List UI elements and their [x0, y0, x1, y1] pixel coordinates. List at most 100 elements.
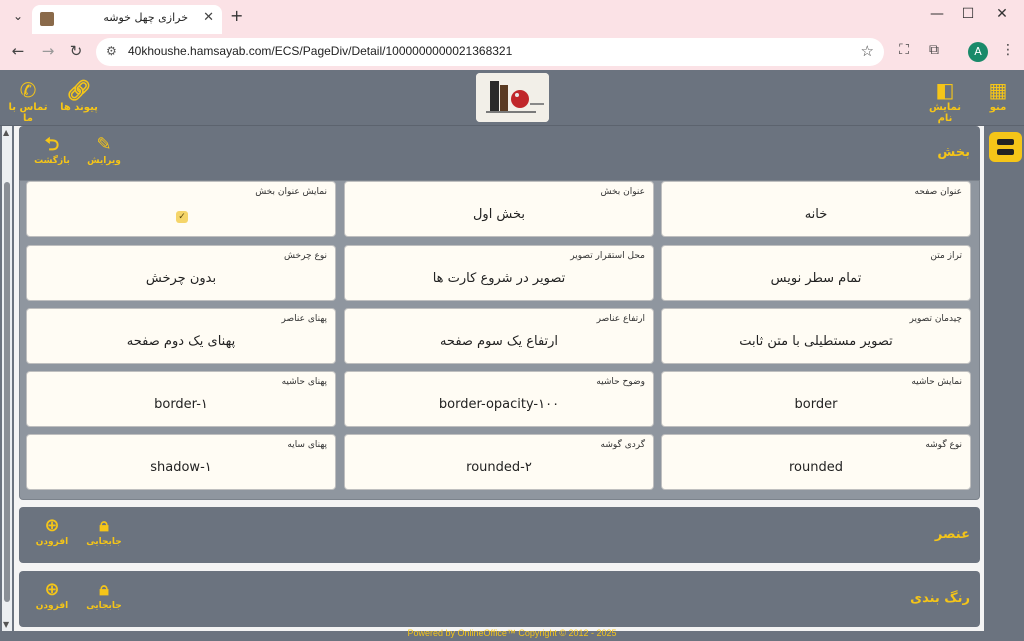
sidebar-toggle-button[interactable]	[989, 132, 1022, 162]
field-value: rounded-۲	[466, 460, 532, 475]
field-label: وضوح حاشیه	[596, 377, 645, 387]
field-card-shadow-width: پهنای سایه shadow-۱	[26, 434, 336, 490]
links-button[interactable]: 🔗︎ پیوند ها	[58, 78, 100, 113]
field-label: پهنای عناصر	[281, 314, 327, 324]
site-logo[interactable]	[476, 73, 549, 122]
main-content: بخش ✎ ویرایش ⮌ بازگشت عنوان صفحه خانه عن…	[14, 126, 984, 631]
field-label: نوع گوشه	[925, 440, 962, 450]
field-label: نمایش حاشیه	[911, 377, 962, 387]
phone-icon: ✆	[19, 78, 37, 102]
menu-button[interactable]: ▦ منو	[984, 78, 1012, 113]
scroll-thumb[interactable]	[4, 182, 10, 602]
back-button[interactable]: ⮌ بازگشت	[27, 134, 77, 166]
browser-tab[interactable]: خرازی چهل خوشه ✕	[32, 5, 222, 34]
field-card-image-position: محل استقرار تصویر تصویر در شروع کارت ها	[344, 245, 654, 301]
show-name-label: نمایش نام	[928, 102, 962, 124]
field-card-border-width: پهنای حاشیه border-۱	[26, 371, 336, 427]
field-label: چیدمان تصویر	[909, 314, 962, 324]
toggle-bar	[997, 139, 1014, 145]
browser-toolbar: ← → ↻ ⚙ 40khoushe.hamsayab.com/ECS/PageD…	[0, 34, 1024, 70]
plus-circle-icon: ⊕	[44, 579, 60, 600]
contact-label: تماس با ما	[8, 102, 48, 124]
extensions-icon[interactable]: ⧉	[924, 42, 944, 58]
section-title: بخش	[937, 145, 970, 160]
edit-button[interactable]: ✎ ویرایش	[79, 134, 129, 166]
tab-search-chevron-icon[interactable]: ⌄	[8, 6, 28, 26]
field-label: گردی گوشه	[600, 440, 645, 450]
scroll-up-icon[interactable]: ▲	[3, 128, 9, 137]
screenshot-icon[interactable]: ⛶	[894, 42, 914, 58]
field-card-page-title: عنوان صفحه خانه	[661, 181, 971, 237]
back-arrow-icon[interactable]: ←	[8, 42, 28, 60]
field-value: border-opacity-۱۰۰	[438, 397, 560, 412]
element-add-button[interactable]: ⊕ افزودن	[27, 515, 77, 547]
color-section-title: رنگ بندی	[910, 591, 970, 606]
field-value: shadow-۱	[150, 460, 212, 475]
contact-button[interactable]: ✆ تماس با ما	[4, 78, 52, 124]
field-value: پهنای یک دوم صفحه	[126, 334, 236, 349]
url-text[interactable]: 40khoushe.hamsayab.com/ECS/PageDiv/Detai…	[128, 44, 512, 58]
move-label: جابجایی	[86, 601, 122, 611]
lock-icon: 🔒︎	[99, 515, 109, 536]
close-window-icon[interactable]: ✕	[990, 6, 1014, 22]
plus-circle-icon: ⊕	[44, 515, 60, 536]
field-card-element-height: ارتفاع عناصر ارتفاع یک سوم صفحه	[344, 308, 654, 364]
field-label: عنوان صفحه	[914, 187, 962, 197]
field-value: ارتفاع یک سوم صفحه	[439, 334, 559, 349]
close-tab-icon[interactable]: ✕	[203, 10, 214, 25]
site-info-icon[interactable]: ⚙	[106, 44, 117, 58]
field-card-border-opacity: وضوح حاشیه border-opacity-۱۰۰	[344, 371, 654, 427]
color-section-header: رنگ بندی 🔒︎ جابجایی ⊕ افزودن	[19, 571, 980, 627]
show-name-button[interactable]: ◧ نمایش نام	[920, 78, 970, 124]
element-section-header: عنصر 🔒︎ جابجایی ⊕ افزودن	[19, 507, 980, 563]
section-header: بخش ✎ ویرایش ⮌ بازگشت	[19, 126, 980, 180]
bookmark-star-icon[interactable]: ☆	[861, 42, 874, 60]
field-value: بدون چرخش	[145, 271, 217, 286]
reload-icon[interactable]: ↻	[66, 42, 86, 60]
field-card-text-align: تراز متن تمام سطر نویس	[661, 245, 971, 301]
more-menu-icon[interactable]: ⋮	[998, 42, 1018, 58]
maximize-icon[interactable]: ☐	[956, 6, 980, 22]
field-card-image-layout: چیدمان تصویر تصویر مستطیلی با متن ثابت	[661, 308, 971, 364]
move-label: جابجایی	[86, 537, 122, 547]
app-header: ▦ منو ◧ نمایش نام 🔗︎ پیوند ها ✆ تماس با …	[0, 70, 1024, 126]
field-card-element-width: پهنای عناصر پهنای یک دوم صفحه	[26, 308, 336, 364]
field-label: تراز متن	[930, 251, 962, 261]
field-card-section-title: عنوان بخش بخش اول	[344, 181, 654, 237]
toggle-bar	[997, 149, 1014, 155]
forward-arrow-icon[interactable]: →	[38, 42, 58, 60]
grid-icon: ▦	[988, 78, 1008, 102]
field-value: border-۱	[154, 397, 208, 412]
field-value: rounded	[789, 460, 843, 475]
add-label: افزودن	[35, 601, 69, 611]
field-card-show-section-title: نمایش عنوان بخش ✓	[26, 181, 336, 237]
site-favicon-icon	[40, 12, 54, 26]
new-tab-icon[interactable]: +	[230, 6, 243, 25]
field-label: نمایش عنوان بخش	[255, 187, 327, 197]
field-label: پهنای سایه	[287, 440, 327, 450]
checkmark-icon: ✓	[176, 211, 188, 223]
menu-label: منو	[989, 102, 1007, 113]
field-value: تصویر در شروع کارت ها	[432, 271, 566, 286]
element-section-title: عنصر	[934, 527, 970, 542]
footer-copyright: Powered by OnlineOffice™ Copyright © 201…	[407, 628, 617, 638]
lock-icon: 🔒︎	[99, 579, 109, 600]
section-fields-panel: عنوان صفحه خانه عنوان بخش بخش اول نمایش …	[19, 180, 980, 500]
color-move-button[interactable]: 🔒︎ جابجایی	[79, 579, 129, 611]
pencil-icon: ✎	[96, 134, 112, 155]
field-value: تصویر مستطیلی با متن ثابت	[739, 334, 893, 349]
color-add-button[interactable]: ⊕ افزودن	[27, 579, 77, 611]
tab-title: خرازی چهل خوشه	[103, 11, 188, 24]
minimize-icon[interactable]: —	[925, 6, 949, 22]
field-value: border	[794, 397, 838, 412]
profile-avatar[interactable]: A	[968, 42, 988, 62]
address-bar[interactable]: ⚙ 40khoushe.hamsayab.com/ECS/PageDiv/Det…	[96, 38, 884, 66]
field-label: نوع چرخش	[284, 251, 327, 261]
element-move-button[interactable]: 🔒︎ جابجایی	[79, 515, 129, 547]
panel-toggle-icon: ◧	[935, 78, 955, 102]
browser-tab-bar: ⌄ خرازی چهل خوشه ✕ + — ☐ ✕	[0, 0, 1024, 34]
field-label: ارتفاع عناصر	[596, 314, 645, 324]
field-label: محل استقرار تصویر	[570, 251, 645, 261]
field-card-rotation-type: نوع چرخش بدون چرخش	[26, 245, 336, 301]
page-scrollbar[interactable]: ▲ ▼	[2, 126, 12, 631]
